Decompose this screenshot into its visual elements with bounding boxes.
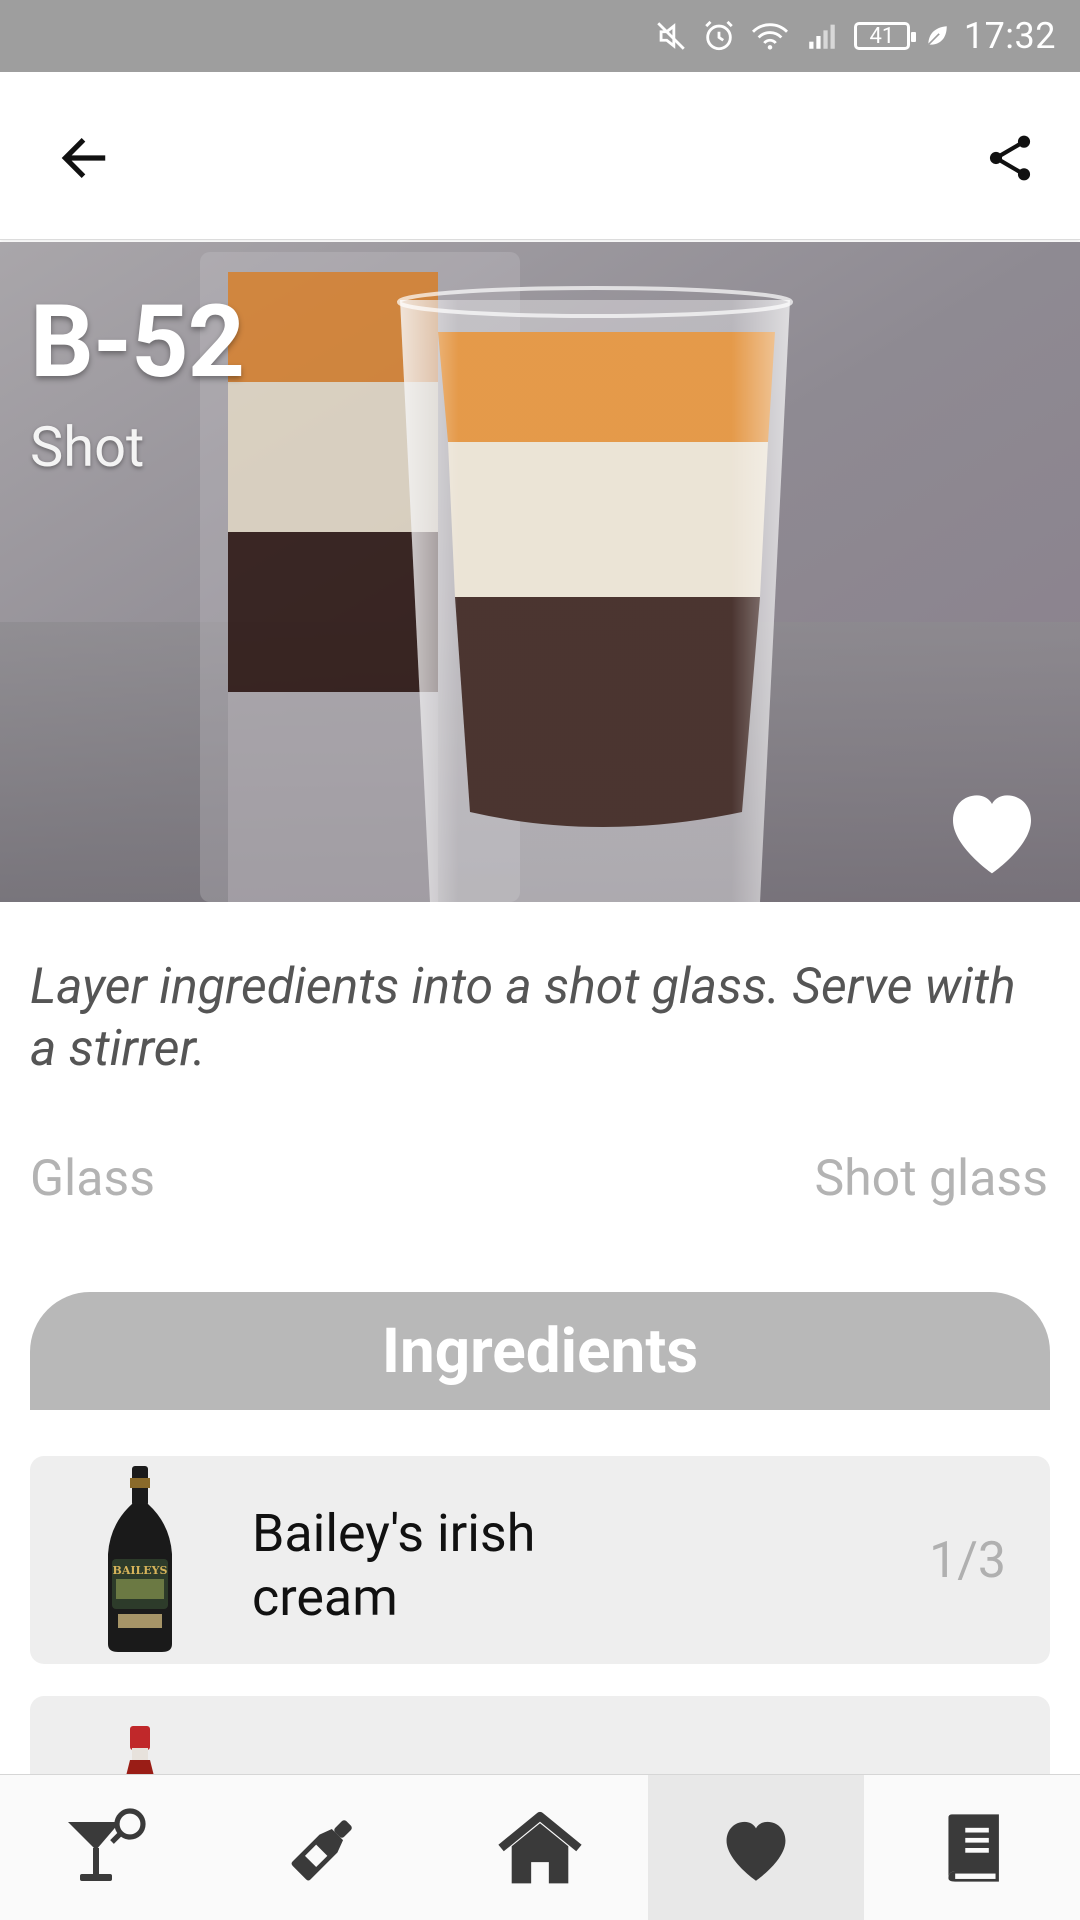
app-bar	[0, 72, 1080, 240]
arrow-back-icon	[61, 138, 106, 178]
status-icons: 41 17:32	[654, 0, 1056, 72]
alarm-icon	[702, 19, 736, 53]
svg-text:BAILEYS: BAILEYS	[113, 1564, 168, 1577]
nav-home[interactable]	[432, 1775, 648, 1920]
favorite-button[interactable]	[940, 782, 1044, 878]
ingredient-amount: 1/3	[929, 1532, 1006, 1590]
instructions-text: Layer ingredients into a shot glass. Ser…	[30, 958, 1016, 1078]
cocktail-search-icon	[68, 1807, 146, 1881]
nav-recipe-book[interactable]	[864, 1775, 1080, 1920]
ingredient-name: Bailey's irish cream	[252, 1503, 536, 1628]
bottle-icon	[291, 1819, 352, 1880]
battery-icon: 41	[853, 22, 916, 50]
heart-icon	[726, 1821, 786, 1881]
wifi-icon	[750, 19, 790, 53]
hero-image: B-52 Shot	[0, 242, 1080, 902]
mute-icon	[654, 19, 688, 53]
ingredients-title: Ingredients	[381, 1314, 699, 1388]
status-bar: 41 17:32	[0, 0, 1080, 72]
battery-level: 41	[869, 23, 895, 49]
nav-cocktail-search[interactable]	[0, 1775, 216, 1920]
drink-title: B-52	[30, 284, 245, 401]
nav-ingredients[interactable]	[216, 1775, 432, 1920]
home-icon	[498, 1811, 582, 1883]
back-button[interactable]	[50, 124, 118, 192]
share-button[interactable]	[976, 124, 1044, 192]
glass-label: Glass	[30, 1150, 156, 1208]
bottom-navigation	[0, 1774, 1080, 1920]
heart-icon	[953, 795, 1031, 874]
baileys-bottle-image: BAILEYS	[90, 1464, 190, 1654]
ingredients-header: Ingredients	[30, 1292, 1050, 1410]
leaf-icon	[924, 21, 950, 51]
book-icon	[948, 1813, 999, 1882]
status-time: 17:32	[963, 15, 1056, 57]
nav-favorites[interactable]	[648, 1775, 864, 1920]
share-icon	[989, 135, 1031, 181]
ingredient-item[interactable]: BAILEYS Bailey's irish cream 1/3	[30, 1456, 1050, 1664]
drink-category: Shot	[30, 414, 145, 480]
glass-value: Shot glass	[814, 1150, 1048, 1208]
signal-icon	[804, 19, 840, 53]
